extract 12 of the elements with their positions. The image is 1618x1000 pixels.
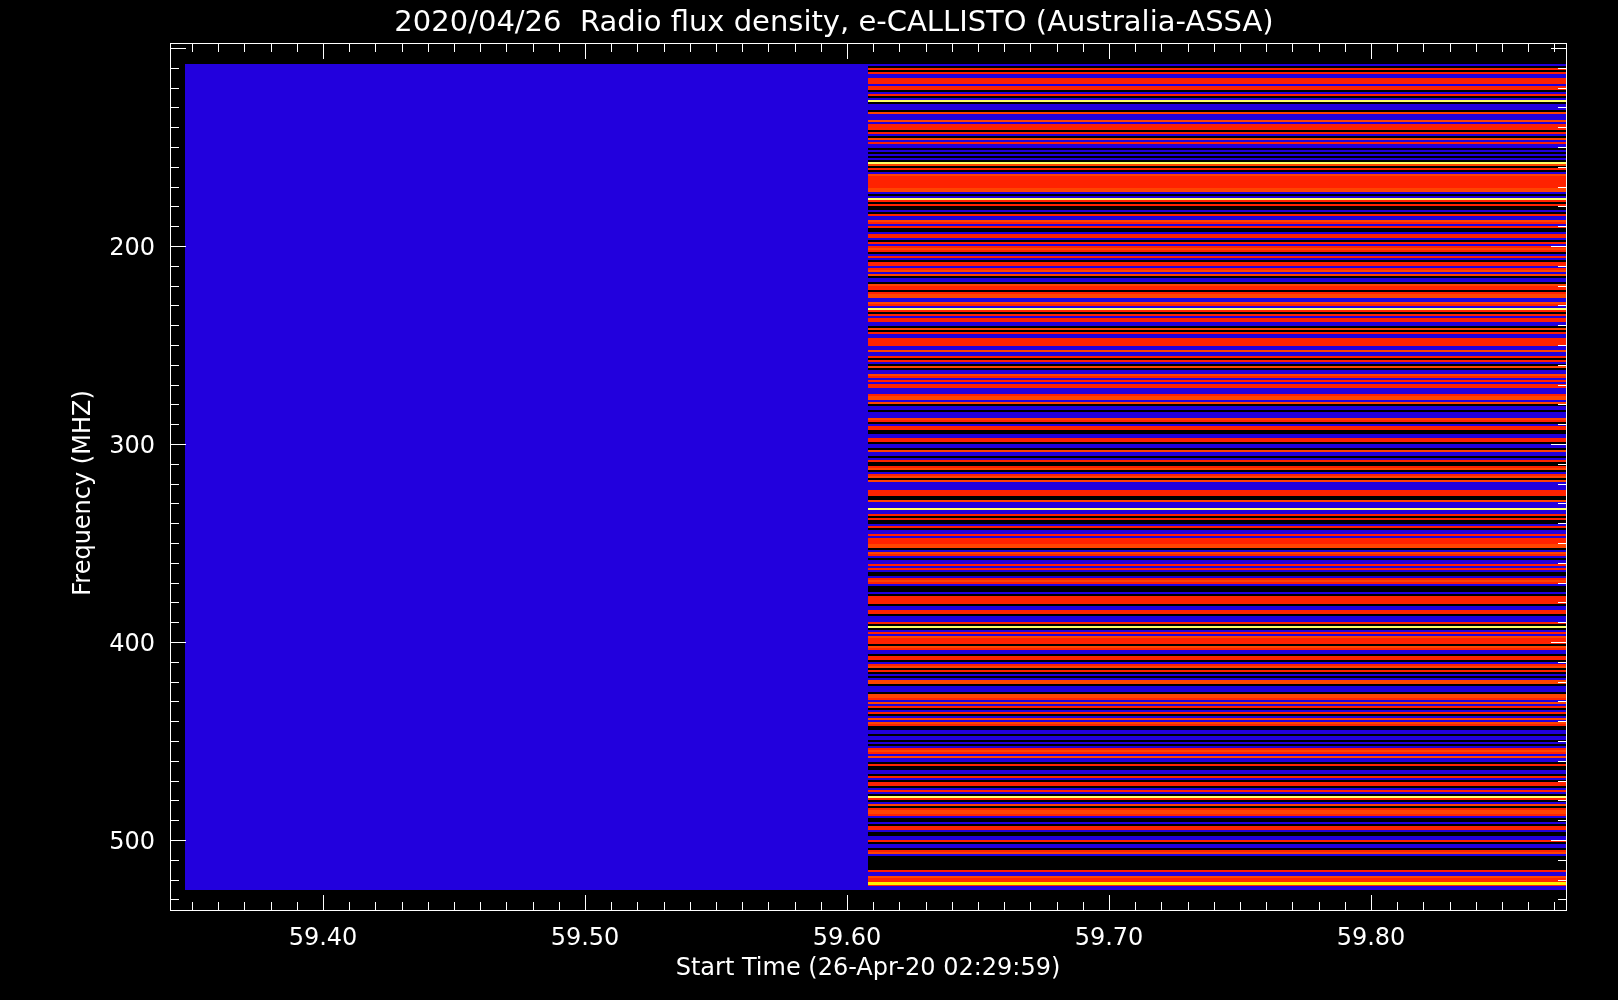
x-tick-label: 59.80 bbox=[1336, 923, 1406, 951]
y-tick-label: 200 bbox=[109, 233, 155, 261]
y-axis-label: Frequency (MHZ) bbox=[68, 390, 96, 596]
y-tick-label: 500 bbox=[109, 827, 155, 855]
y-tick-label: 300 bbox=[109, 431, 155, 459]
y-tick-label: 400 bbox=[109, 629, 155, 657]
plot-title: 2020/04/26 Radio flux density, e-CALLISTO (Australia-ASSA) bbox=[393, 3, 1275, 40]
x-tick-label: 59.70 bbox=[1074, 923, 1144, 951]
x-tick-label: 59.60 bbox=[812, 923, 882, 951]
x-tick-label: 59.50 bbox=[550, 923, 620, 951]
x-axis-label: Start Time (26-Apr-20 02:29:59) bbox=[675, 953, 1061, 981]
x-tick-label: 59.40 bbox=[288, 923, 358, 951]
